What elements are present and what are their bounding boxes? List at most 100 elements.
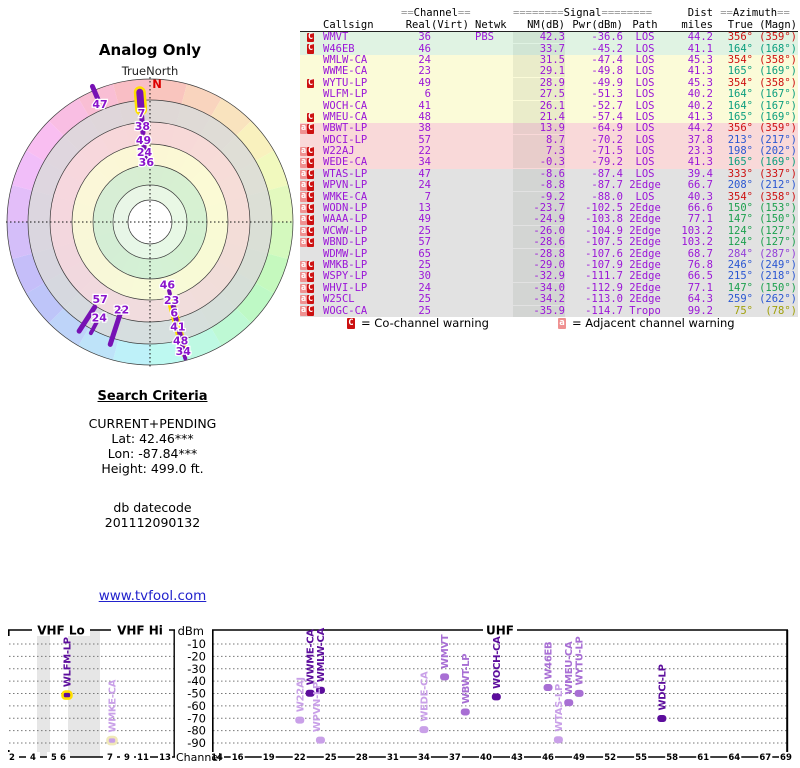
channel-axis-label: Channel <box>176 751 221 764</box>
channel-tick-label: 40 <box>480 753 492 763</box>
db-datecode-label: db datecode <box>113 500 192 515</box>
channel-tick-label: 16 <box>232 753 244 763</box>
co-channel-warning-icon: C <box>307 191 314 202</box>
signal-table: ==Channel== ========Signal======== Dist ==A… <box>300 8 798 317</box>
radar-channel-label: 6 <box>170 306 178 319</box>
site-link-wrap: www.tvfool.com <box>55 588 250 604</box>
adjacent-channel-warning-icon: a <box>300 180 307 191</box>
co-channel-warning-icon: C <box>307 31 314 43</box>
channel-tick-label: 43 <box>511 753 523 763</box>
co-channel-warning-icon: C <box>307 157 314 168</box>
co-channel-warning-icon: C <box>307 214 314 225</box>
signal-marker-label: W46EB <box>544 642 555 680</box>
search-criteria: Search Criteria CURRENT+PENDING Lat: 42.… <box>55 389 250 530</box>
radar-channel-label: 46 <box>160 279 176 292</box>
search-mode: CURRENT+PENDING <box>88 416 217 431</box>
co-channel-warning-icon: C <box>307 43 314 54</box>
co-channel-legend-text: = Co-channel warning <box>361 316 489 330</box>
band-chart: VHF Lo VHF Hi2 4 5 6 7 9 11 13WLFM-LPWMKE-CAUHF1… <box>5 623 793 764</box>
channel-tick-label: 31 <box>387 753 399 763</box>
table-row: a C WBND-LP 57 -28.6 -107.5 2Edge 103.2 124° (127… <box>300 236 798 249</box>
signal-marker-WOCH-CA <box>491 693 501 701</box>
signal-marker-label: WOCH-CA <box>492 636 503 689</box>
channel-tick-label: 46 <box>542 753 554 763</box>
band-title: VHF Lo <box>37 624 85 638</box>
channel-tick-label: 34 <box>418 753 430 763</box>
channel-tick-label: 28 <box>356 753 368 763</box>
signal-marker-label: WDCI-LP <box>657 664 668 710</box>
adjacent-channel-warning-icon: a <box>300 123 307 134</box>
signal-marker-WMEU-CA <box>564 699 574 707</box>
co-channel-warning-icon: C <box>307 225 314 237</box>
channel-tick-label: 4 <box>30 753 36 763</box>
table-header-groups: ==Channel== ========Signal======== Dist ==A… <box>401 7 790 19</box>
signal-marker-label: WLFM-LP <box>63 637 74 687</box>
channel-tick-label: 25 <box>325 753 337 763</box>
radar-channel-label: 41 <box>170 320 185 333</box>
radar-channel-label: 36 <box>139 156 155 169</box>
channel-tick-label: 58 <box>666 753 678 763</box>
signal-marker-WBWT-LP <box>460 708 470 716</box>
co-channel-warning-icon: C <box>307 271 314 282</box>
adjacent-channel-warning-icon: a <box>300 202 307 214</box>
channel-tick-label: 55 <box>635 753 647 763</box>
table-row: a C WPVN-LP 24 -8.8 -87.7 2Edge 66.7 208° (212°) <box>300 179 798 192</box>
adjacent-channel-warning-icon: a <box>300 271 307 282</box>
adjacent-channel-warning-icon: a <box>300 157 307 168</box>
band-title: UHF <box>486 624 514 638</box>
signal-marker-label: W22AJ <box>295 677 306 712</box>
adjacent-channel-warning-icon: a <box>300 214 307 225</box>
channel-tick-label: 67 <box>759 753 771 763</box>
signal-marker-WDCI-LP <box>657 714 667 722</box>
search-lon: Lon: -87.84*** <box>107 446 198 461</box>
co-channel-warning-icon: C <box>307 259 314 271</box>
adjacent-channel-warning-icon: a <box>300 168 307 180</box>
search-criteria-title: Search Criteria <box>97 389 208 404</box>
co-channel-warning-icon: C <box>307 111 314 123</box>
radar-channel-label: 47 <box>92 98 107 111</box>
db-datecode-value: 201112090132 <box>104 515 201 530</box>
channel-tick-label: 9 <box>124 753 130 763</box>
adjacent-channel-warning-icon: a <box>300 191 307 202</box>
table-header-columns: Callsign Real (Virt) Netwk NM(dB) Pwr(dBm) Pat… <box>300 19 798 32</box>
signal-marker-WTAS-LP <box>553 736 563 744</box>
co-channel-warning-icon: C <box>307 305 314 316</box>
channel-tick-label: 11 <box>137 753 149 763</box>
channel-tick-label: 2 <box>9 753 15 763</box>
signal-marker-W22AJ <box>295 716 305 724</box>
co-channel-warning-icon: C <box>307 123 314 134</box>
table-legend: C = Co-channel warning a = Adjacent chan… <box>300 316 798 330</box>
signal-marker-WYTU-LP <box>574 689 584 697</box>
adjacent-channel-warning-icon: a <box>300 259 307 271</box>
tvfool-link[interactable]: www.tvfool.com <box>99 588 207 604</box>
table-row: a C WBWT-LP 38 13.9 -64.9 LOS 44.2 356° (359°) <box>300 122 798 135</box>
table-row: a C W25CL 25 -34.2 -113.0 2Edge 64.3 259° (262°) <box>300 293 798 306</box>
tvfool-report: Analog Only TrueNorth 7 38 49 24 36 47 46 23 6 41… <box>0 0 800 768</box>
adjacent-channel-warning-icon: a <box>300 305 307 316</box>
channel-tick-label: 6 <box>60 753 66 763</box>
signal-marker-label: WEDE-CA <box>419 671 430 722</box>
signal-marker-label: WPVN-LP <box>312 682 323 732</box>
signal-marker-label: WBWT-LP <box>461 654 472 704</box>
table-row: C WMVT 36 PBS 42.3 -36.6 LOS 44.2 356° (359°) <box>300 31 798 44</box>
adjacent-channel-warning-icon: a <box>300 225 307 237</box>
co-channel-warning-icon: C <box>307 145 314 157</box>
channel-tick-label: 52 <box>604 753 616 763</box>
radar-channel-label: 57 <box>92 293 107 306</box>
co-channel-warning-icon: C <box>347 317 355 329</box>
channel-tick-label: 69 <box>780 753 792 763</box>
channel-tick-label: 37 <box>449 753 461 763</box>
adjacent-channel-legend: a = Adjacent channel warning <box>558 316 735 330</box>
radar-channel-label: 49 <box>136 134 151 147</box>
signal-marker-W46EB <box>543 684 553 692</box>
north-indicator: N <box>152 77 162 91</box>
adjacent-channel-warning-icon: a <box>300 145 307 157</box>
co-channel-warning-icon: C <box>307 202 314 214</box>
channel-tick-label: 64 <box>728 753 740 763</box>
radar-channel-label: 34 <box>176 345 192 358</box>
co-channel-warning-icon: C <box>307 77 314 88</box>
signal-marker-WMVT <box>440 673 450 681</box>
co-channel-warning-icon: C <box>307 168 314 180</box>
co-channel-warning-icon: C <box>307 236 314 248</box>
